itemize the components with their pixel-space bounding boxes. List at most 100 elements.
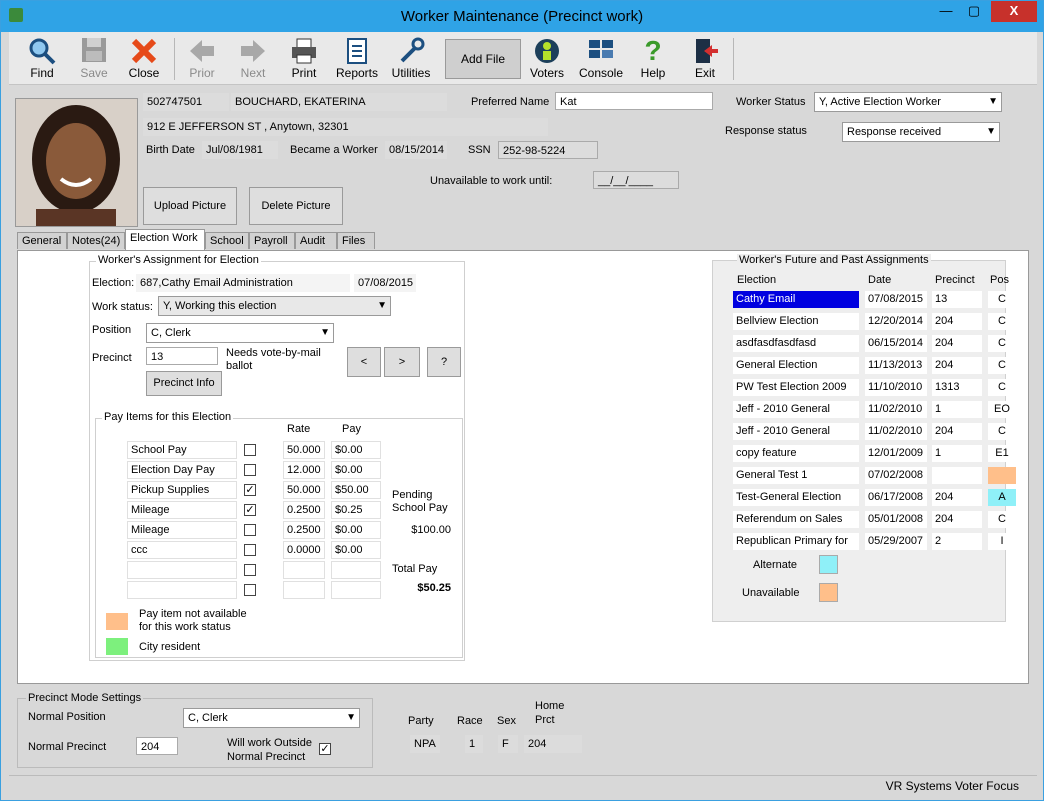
assignment-precinct: 1 bbox=[932, 445, 982, 462]
pay-item-name: Pickup Supplies bbox=[127, 481, 237, 499]
assignment-precinct: 2 bbox=[932, 533, 982, 550]
unavailable-until-input[interactable]: __/__/____ bbox=[593, 171, 679, 189]
home-prct-value: 204 bbox=[524, 735, 582, 753]
reports-button[interactable]: Reports bbox=[331, 34, 383, 82]
chevron-down-icon: ▼ bbox=[988, 96, 998, 107]
toolbar-separator bbox=[174, 38, 175, 80]
window-title: Worker Maintenance (Precinct work) bbox=[400, 8, 644, 25]
pay-item-checkbox[interactable] bbox=[244, 524, 256, 536]
work-status-select[interactable]: Y, Working this election ▼ bbox=[158, 296, 391, 316]
preferred-name-input[interactable]: Kat bbox=[555, 92, 713, 110]
assignment-pos: C bbox=[988, 335, 1016, 352]
tab-files[interactable]: Files bbox=[337, 232, 375, 249]
help-button[interactable]: ? Help bbox=[629, 34, 677, 82]
normal-position-select[interactable]: C, Clerk ▼ bbox=[183, 708, 360, 728]
worker-status-value: Y, Active Election Worker bbox=[819, 96, 941, 108]
work-outside-checkbox[interactable]: ✓ bbox=[319, 743, 331, 755]
assignment-precinct: 204 bbox=[932, 335, 982, 352]
reports-label: Reports bbox=[335, 66, 379, 80]
assignment-election: Cathy Email bbox=[733, 291, 859, 308]
worker-address: 912 E JEFFERSON ST , Anytown, 32301 bbox=[143, 118, 548, 136]
assignment-pos: EO bbox=[988, 401, 1016, 418]
tab-payroll[interactable]: Payroll bbox=[249, 232, 295, 249]
voters-button[interactable]: Voters bbox=[523, 34, 571, 82]
assignment-group-title: Worker's Assignment for Election bbox=[96, 254, 261, 266]
assignment-election: copy feature bbox=[733, 445, 859, 462]
next-precinct-button[interactable]: > bbox=[384, 347, 420, 377]
find-button[interactable]: Find bbox=[17, 34, 67, 82]
maximize-button[interactable]: ▢ bbox=[961, 1, 987, 22]
pay-item-checkbox[interactable] bbox=[244, 464, 256, 476]
position-select[interactable]: C, Clerk ▼ bbox=[146, 323, 334, 343]
response-status-select[interactable]: Response received ▼ bbox=[842, 122, 1000, 142]
race-value: 1 bbox=[465, 735, 483, 753]
election-date: 07/08/2015 bbox=[354, 274, 416, 292]
assignment-date: 11/10/2010 bbox=[865, 379, 927, 396]
sex-label: Sex bbox=[497, 715, 516, 727]
pay-item-pay: $0.00 bbox=[331, 441, 381, 459]
pay-item-checkbox[interactable] bbox=[244, 544, 256, 556]
help-label: Help bbox=[640, 66, 666, 80]
console-grid-icon bbox=[585, 36, 617, 66]
minimize-button[interactable]: — bbox=[933, 1, 959, 22]
assignment-date: 11/02/2010 bbox=[865, 401, 927, 418]
precinct-label: Precinct bbox=[92, 352, 132, 364]
normal-precinct-input[interactable]: 204 bbox=[136, 737, 178, 755]
assignment-pos: C bbox=[988, 379, 1016, 396]
tab-election-work[interactable]: Election Work bbox=[125, 229, 205, 250]
worker-status-select[interactable]: Y, Active Election Worker ▼ bbox=[814, 92, 1002, 112]
assignment-precinct: 204 bbox=[932, 489, 982, 506]
assignments-header-election: Election bbox=[737, 274, 777, 286]
assignment-pos: I bbox=[988, 533, 1016, 550]
assignment-election: Jeff - 2010 General bbox=[733, 423, 859, 440]
position-value: C, Clerk bbox=[151, 327, 191, 339]
pay-item-checkbox[interactable] bbox=[244, 564, 256, 576]
tab-general[interactable]: General bbox=[17, 232, 67, 249]
status-bar: VR Systems Voter Focus bbox=[9, 775, 1037, 797]
pay-items-title: Pay Items for this Election bbox=[102, 411, 234, 423]
add-file-button[interactable]: Add File bbox=[445, 39, 521, 79]
preferred-name-label: Preferred Name bbox=[471, 96, 550, 108]
exit-button[interactable]: Exit bbox=[683, 34, 727, 82]
pay-item-rate: 12.000 bbox=[283, 461, 325, 479]
work-status-value: Y, Working this election bbox=[163, 300, 277, 312]
print-button[interactable]: Print bbox=[279, 34, 329, 82]
tab-school[interactable]: School bbox=[205, 232, 249, 249]
worker-name: BOUCHARD, EKATERINA bbox=[231, 93, 447, 111]
sex-value: F bbox=[498, 735, 518, 753]
precinct-info-button[interactable]: Precinct Info bbox=[146, 371, 222, 396]
assignment-date: 11/13/2013 bbox=[865, 357, 927, 374]
tab-notes[interactable]: Notes(24) bbox=[67, 232, 125, 249]
utilities-button[interactable]: Utilities bbox=[383, 34, 439, 82]
upload-picture-button[interactable]: Upload Picture bbox=[143, 187, 237, 225]
assignment-date: 07/08/2015 bbox=[865, 291, 927, 308]
close-window-button[interactable]: X bbox=[991, 1, 1037, 22]
delete-picture-button[interactable]: Delete Picture bbox=[249, 187, 343, 225]
chevron-down-icon: ▼ bbox=[377, 300, 387, 311]
tab-audit[interactable]: Audit bbox=[295, 232, 337, 249]
close-button[interactable]: Close bbox=[119, 34, 169, 82]
pay-item-checkbox[interactable]: ✓ bbox=[244, 484, 256, 496]
prior-button[interactable]: Prior bbox=[177, 34, 227, 82]
next-button[interactable]: Next bbox=[228, 34, 278, 82]
pay-item-checkbox[interactable] bbox=[244, 584, 256, 596]
console-button[interactable]: Console bbox=[575, 34, 627, 82]
home-prct-label: Home Prct bbox=[535, 700, 565, 726]
pay-item-rate: 0.0000 bbox=[283, 541, 325, 559]
assignment-pos: C bbox=[988, 423, 1016, 440]
race-label: Race bbox=[457, 715, 483, 727]
pay-item-pay bbox=[331, 561, 381, 579]
assignments-header-date: Date bbox=[868, 274, 892, 286]
pay-unavailable-legend: Pay item not available for this work sta… bbox=[139, 608, 247, 633]
pay-item-checkbox[interactable]: ✓ bbox=[244, 504, 256, 516]
pay-item-name bbox=[127, 581, 237, 599]
assignment-election: Test-General Election bbox=[733, 489, 859, 506]
normal-precinct-label: Normal Precinct bbox=[28, 741, 107, 753]
brand-label: VR Systems Voter Focus bbox=[885, 779, 1019, 793]
pay-item-checkbox[interactable] bbox=[244, 444, 256, 456]
previous-precinct-button[interactable]: < bbox=[347, 347, 381, 377]
save-button[interactable]: Save bbox=[69, 34, 119, 82]
assignment-precinct bbox=[932, 467, 982, 484]
precinct-help-button[interactable]: ? bbox=[427, 347, 461, 377]
precinct-input[interactable]: 13 bbox=[146, 347, 218, 365]
